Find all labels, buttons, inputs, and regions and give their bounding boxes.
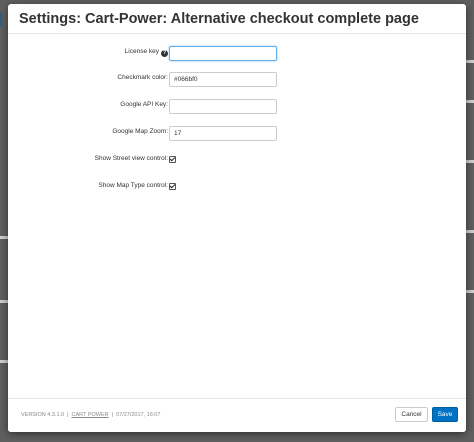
- modal-title: Settings: Cart-Power: Alternative checko…: [19, 11, 419, 27]
- modal-header: Settings: Cart-Power: Alternative checko…: [8, 4, 466, 34]
- google-map-zoom-label: Google Map Zoom:: [112, 128, 168, 135]
- license-key-label-text: License key: [124, 48, 159, 55]
- background-fragment: [466, 290, 474, 293]
- vendor-link[interactable]: CART POWER: [72, 412, 109, 418]
- checkmark-color-row: Checkmark color:: [8, 72, 466, 88]
- show-map-type-row: Show Map Type control:: [8, 180, 466, 196]
- show-map-type-checkbox[interactable]: [169, 183, 176, 190]
- show-street-view-label: Show Street view control:: [94, 155, 168, 162]
- background-fragment: [0, 12, 2, 26]
- background-fragment: [466, 60, 474, 63]
- show-street-view-row: Show Street view control:: [8, 153, 466, 169]
- google-map-zoom-input[interactable]: [169, 126, 277, 141]
- show-street-view-checkbox[interactable]: [169, 156, 176, 163]
- modal-footer: VERSION 4.3.1.0 | CART POWER | 07/27/2017, 1…: [8, 398, 466, 432]
- license-key-input[interactable]: [169, 46, 277, 61]
- background-fragment: [466, 100, 474, 103]
- background-fragment: [0, 236, 8, 239]
- background-fragment: [0, 360, 8, 363]
- license-key-label: License key?: [125, 48, 168, 57]
- background-fragment: [466, 160, 474, 163]
- checkmark-color-input[interactable]: [169, 72, 277, 87]
- version-text: VERSION 4.3.1.0: [21, 412, 65, 418]
- google-api-key-label: Google API Key:: [120, 101, 168, 108]
- cancel-button[interactable]: Cancel: [395, 407, 428, 422]
- modal-body: License key? Checkmark color: Google API…: [8, 34, 466, 398]
- background-fragment: [466, 230, 474, 233]
- license-key-row: License key?: [8, 46, 466, 62]
- settings-modal: Settings: Cart-Power: Alternative checko…: [8, 4, 466, 432]
- google-api-key-input[interactable]: [169, 99, 277, 114]
- help-icon[interactable]: ?: [161, 50, 168, 57]
- save-button[interactable]: Save: [432, 407, 458, 422]
- version-info: VERSION 4.3.1.0 | CART POWER | 07/27/2017, 1…: [21, 412, 161, 418]
- background-fragment: [0, 300, 8, 303]
- checkmark-color-label: Checkmark color:: [117, 74, 168, 81]
- show-map-type-label: Show Map Type control:: [98, 182, 168, 189]
- google-api-key-row: Google API Key:: [8, 99, 466, 115]
- version-date: 07/27/2017, 16:07: [116, 412, 161, 418]
- google-map-zoom-row: Google Map Zoom:: [8, 126, 466, 142]
